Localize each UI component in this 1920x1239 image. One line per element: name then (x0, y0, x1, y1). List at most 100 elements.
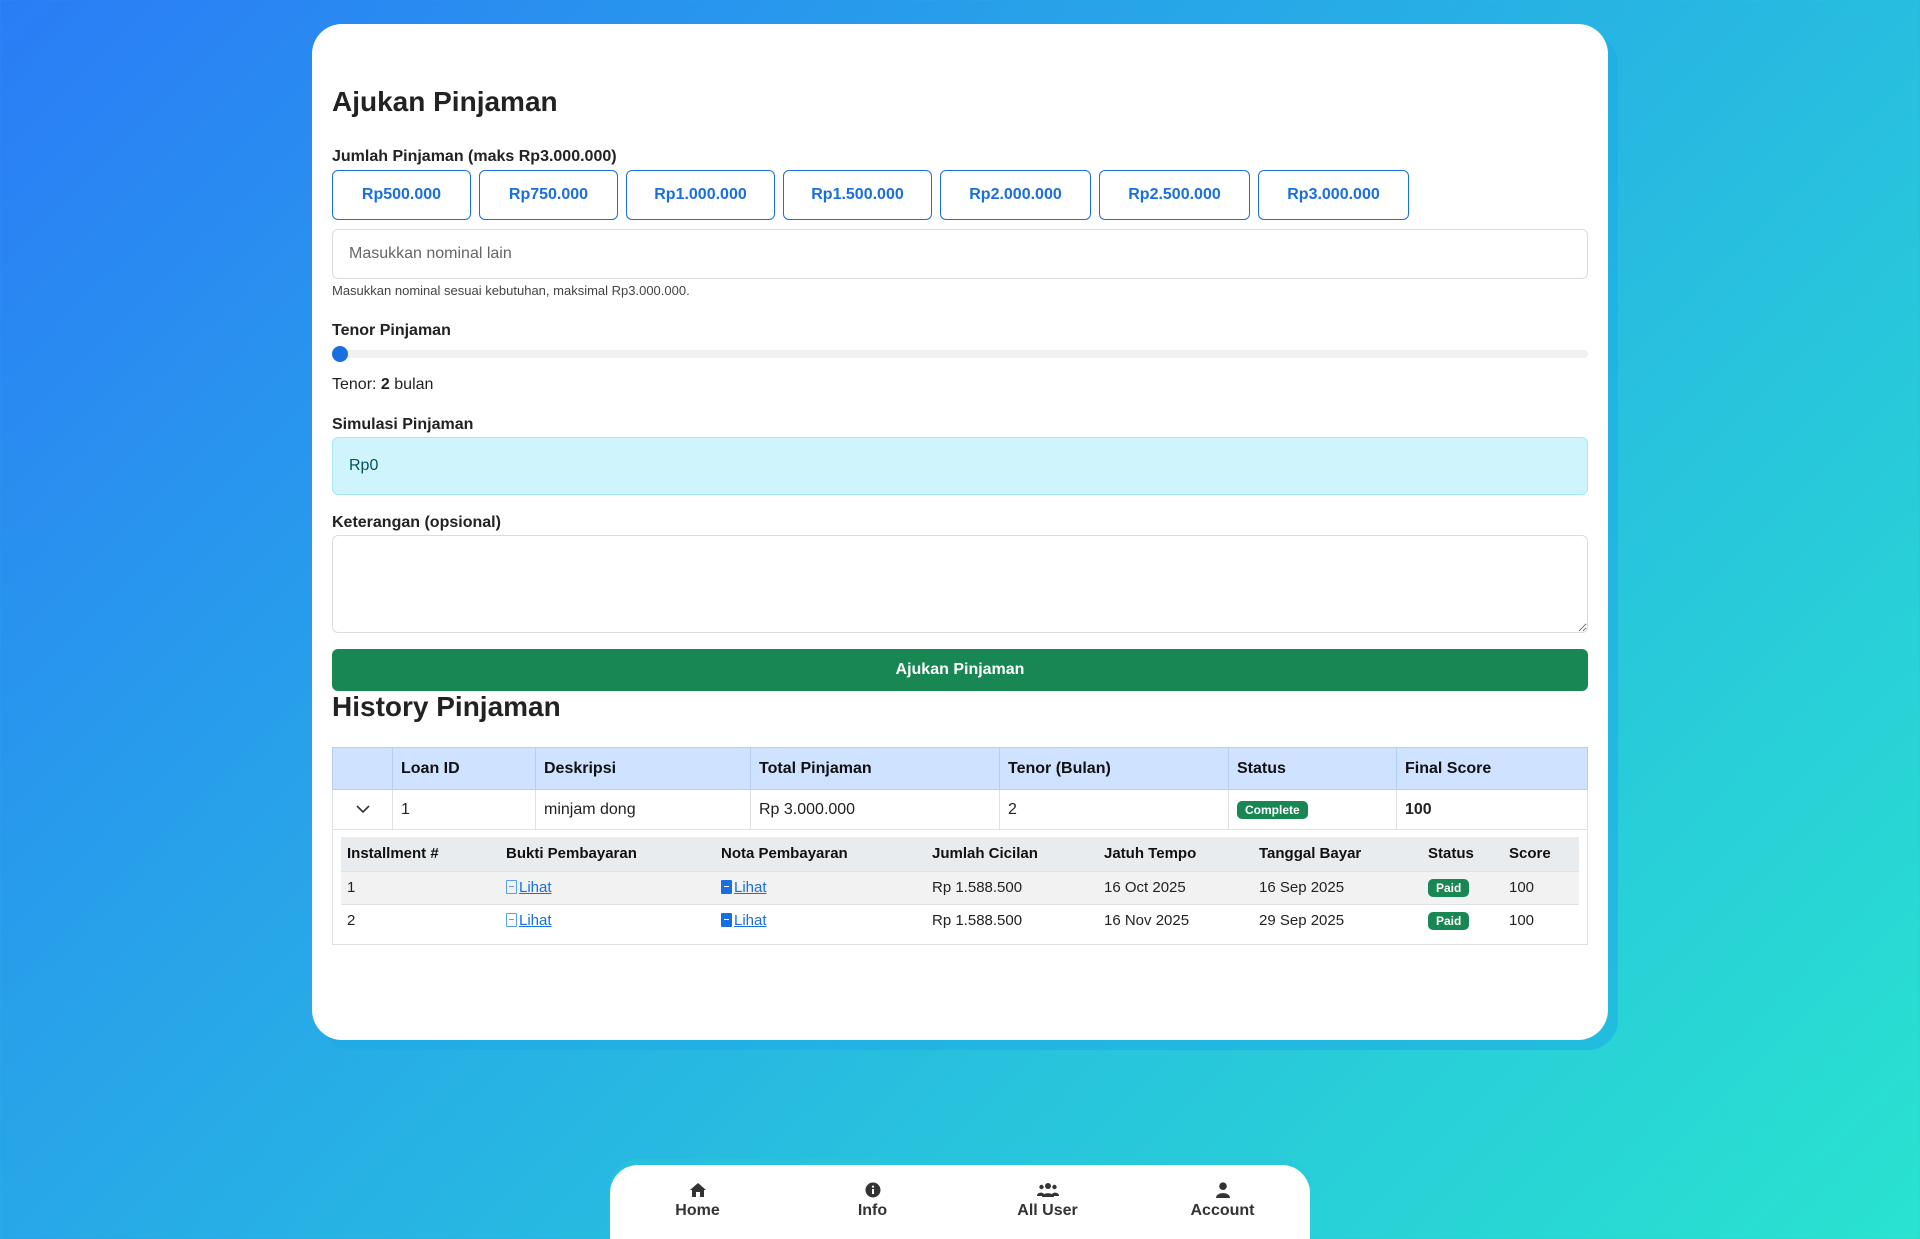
loan-total: Rp 3.000.000 (750, 789, 1000, 830)
inst-col-number: Installment # (341, 837, 500, 871)
loan-table-header: Loan ID Deskripsi Total Pinjaman Tenor (… (332, 747, 1588, 790)
tenor-prefix: Tenor: (332, 376, 377, 393)
amount-option-2-5m[interactable]: Rp2.500.000 (1099, 170, 1250, 220)
amount-option-2m[interactable]: Rp2.000.000 (940, 170, 1091, 220)
loan-id: 1 (392, 789, 536, 830)
chevron-down-icon (355, 804, 370, 813)
inst-col-score: Score (1503, 837, 1579, 871)
status-badge: Complete (1237, 800, 1308, 819)
tenor-display: Tenor: 2 bulan (332, 376, 433, 394)
custom-amount-input[interactable] (332, 229, 1588, 279)
inst-bukti-cell: Lihat (500, 870, 715, 904)
inst-col-due: Jatuh Tempo (1098, 837, 1253, 871)
notes-textarea[interactable] (332, 535, 1588, 633)
inst-col-status: Status (1422, 837, 1503, 871)
inst-due: 16 Nov 2025 (1098, 903, 1253, 937)
inst-paid-date: 16 Sep 2025 (1253, 870, 1422, 904)
inst-col-bukti: Bukti Pembayaran (500, 837, 715, 871)
nota-link-label: Lihat (734, 879, 767, 896)
inst-bukti-cell: Lihat (500, 903, 715, 937)
amount-option-500k[interactable]: Rp500.000 (332, 170, 471, 220)
installments-header: Installment # Bukti Pembayaran Nota Pemb… (341, 837, 1579, 871)
simulation-label: Simulasi Pinjaman (332, 416, 474, 433)
tenor-unit: bulan (394, 376, 434, 393)
loan-status-cell: Complete (1228, 789, 1397, 830)
file-icon (506, 913, 517, 928)
installments-table: Installment # Bukti Pembayaran Nota Pemb… (341, 837, 1579, 937)
amount-option-3m[interactable]: Rp3.000.000 (1258, 170, 1409, 220)
loan-card: Ajukan Pinjaman Jumlah Pinjaman (maks Rp… (312, 24, 1608, 1040)
simulation-result: Rp0 (332, 437, 1588, 495)
tenor-slider-track[interactable] (332, 350, 1588, 358)
nav-item-info[interactable]: Info (785, 1165, 960, 1239)
user-icon (1215, 1181, 1231, 1199)
info-icon (865, 1181, 881, 1199)
nav-label-home: Home (675, 1202, 720, 1219)
loan-final-score: 100 (1396, 789, 1588, 830)
nota-link[interactable]: Lihat (721, 912, 767, 929)
inst-status-cell: Paid (1422, 870, 1503, 904)
file-text-icon (721, 880, 732, 894)
file-icon (506, 880, 517, 894)
notes-label: Keterangan (opsional) (332, 514, 501, 531)
tenor-label: Tenor Pinjaman (332, 322, 451, 339)
installments-panel: Installment # Bukti Pembayaran Nota Pemb… (332, 829, 1588, 945)
expand-toggle[interactable] (332, 789, 393, 830)
users-icon (1036, 1181, 1059, 1199)
nota-link-label: Lihat (734, 912, 767, 930)
col-status: Status (1228, 747, 1397, 790)
bukti-link-label: Lihat (519, 912, 552, 930)
submit-loan-button[interactable]: Ajukan Pinjaman (332, 649, 1588, 691)
col-tenor: Tenor (Bulan) (999, 747, 1229, 790)
inst-number: 2 (341, 903, 500, 937)
loan-tenor: 2 (999, 789, 1229, 830)
table-row: 2 Lihat Lihat Rp 1.588.500 16 Nov 2025 2… (341, 903, 1579, 937)
simulation-value: Rp0 (349, 457, 379, 474)
status-badge: Paid (1428, 911, 1470, 930)
inst-number: 1 (341, 870, 500, 904)
tenor-slider-thumb[interactable] (332, 346, 348, 362)
nav-item-all-user[interactable]: All User (960, 1165, 1135, 1239)
bukti-link[interactable]: Lihat (506, 912, 552, 929)
amount-option-750k[interactable]: Rp750.000 (479, 170, 618, 220)
nota-link[interactable]: Lihat (721, 879, 767, 896)
bottom-nav: Home Info All User Account (610, 1165, 1310, 1239)
inst-amount: Rp 1.588.500 (926, 903, 1098, 937)
inst-amount: Rp 1.588.500 (926, 870, 1098, 904)
loan-history-table: Loan ID Deskripsi Total Pinjaman Tenor (… (332, 747, 1588, 830)
inst-nota-cell: Lihat (715, 870, 926, 904)
col-expand (332, 747, 393, 790)
table-row[interactable]: 1 minjam dong Rp 3.000.000 2 Complete 10… (332, 789, 1588, 830)
amount-options: Rp500.000 Rp750.000 Rp1.000.000 Rp1.500.… (332, 170, 1409, 220)
amount-option-1m[interactable]: Rp1.000.000 (626, 170, 775, 220)
file-text-icon (721, 913, 732, 928)
inst-due: 16 Oct 2025 (1098, 870, 1253, 904)
home-icon (689, 1181, 707, 1199)
inst-col-paid-date: Tanggal Bayar (1253, 837, 1422, 871)
col-final-score: Final Score (1396, 747, 1588, 790)
status-badge: Paid (1428, 878, 1470, 897)
col-description: Deskripsi (535, 747, 751, 790)
loan-description: minjam dong (535, 789, 751, 830)
page-title: Ajukan Pinjaman (332, 86, 558, 117)
bukti-link-label: Lihat (519, 879, 552, 896)
inst-nota-cell: Lihat (715, 903, 926, 937)
table-row: 1 Lihat Lihat Rp 1.588.500 16 Oct 2025 1… (341, 870, 1579, 904)
inst-paid-date: 29 Sep 2025 (1253, 903, 1422, 937)
col-loan-id: Loan ID (392, 747, 536, 790)
tenor-value: 2 (380, 376, 390, 393)
nav-label-account: Account (1190, 1202, 1255, 1219)
amount-option-1-5m[interactable]: Rp1.500.000 (783, 170, 932, 220)
inst-score: 100 (1503, 903, 1579, 937)
nav-label-info: Info (857, 1202, 888, 1219)
nav-item-home[interactable]: Home (610, 1165, 785, 1239)
inst-score: 100 (1503, 870, 1579, 904)
nav-item-account[interactable]: Account (1135, 1165, 1310, 1239)
bukti-link[interactable]: Lihat (506, 879, 552, 896)
custom-amount-help: Masukkan nominal sesuai kebutuhan, maksi… (332, 283, 690, 298)
inst-status-cell: Paid (1422, 903, 1503, 937)
amount-label: Jumlah Pinjaman (maks Rp3.000.000) (332, 148, 617, 165)
inst-col-nota: Nota Pembayaran (715, 837, 926, 871)
history-title: History Pinjaman (332, 691, 561, 722)
nav-label-all-user: All User (1017, 1202, 1078, 1219)
